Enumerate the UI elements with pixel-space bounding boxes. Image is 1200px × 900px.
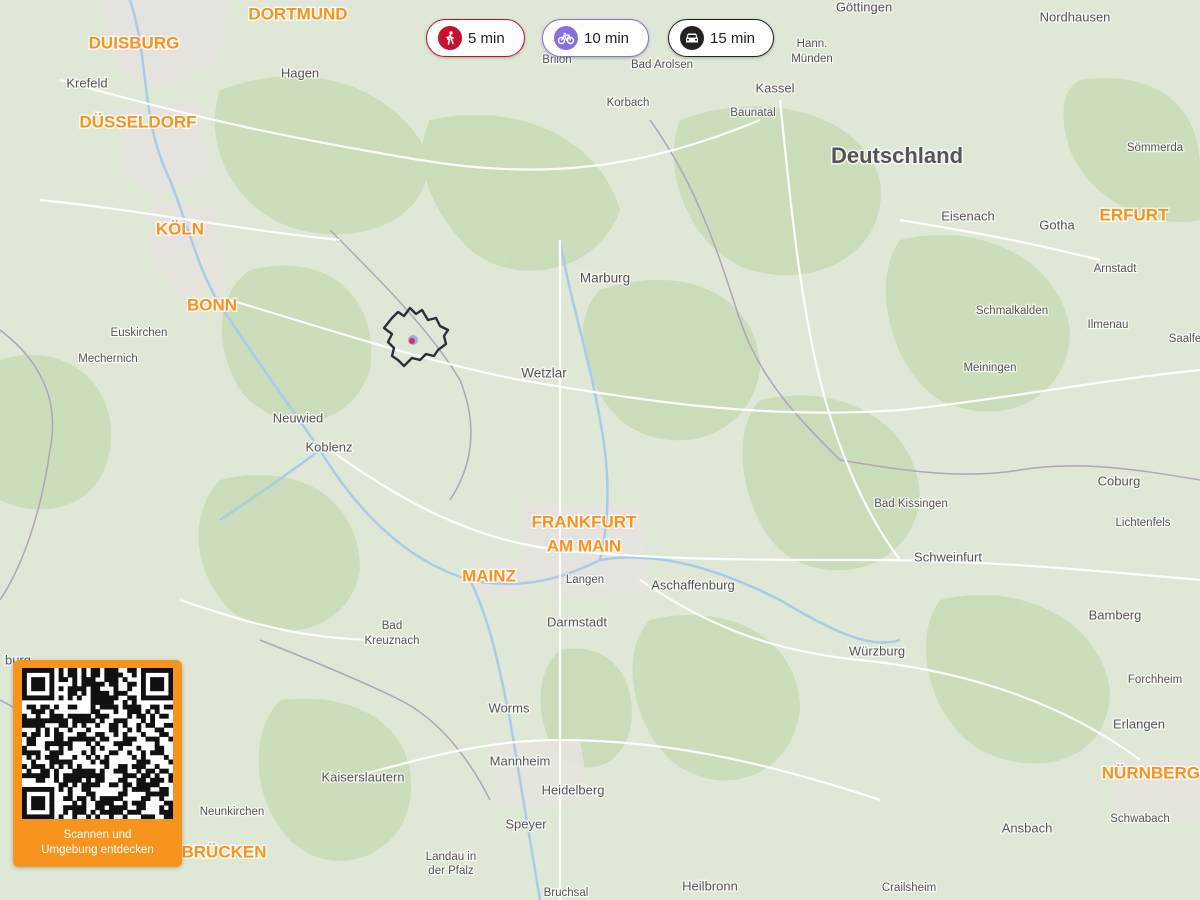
city-label: FRANKFURT bbox=[532, 512, 637, 531]
qr-code bbox=[22, 668, 174, 820]
town-label: Worms bbox=[489, 700, 530, 715]
car-time-label: 15 min bbox=[710, 29, 756, 47]
town-label: Forchheim bbox=[1128, 674, 1182, 686]
town-label: Lichtenfels bbox=[1116, 517, 1171, 529]
qr-caption-line2: Umgebung entdecken bbox=[41, 844, 154, 856]
town-label: Gotha bbox=[1039, 217, 1075, 232]
town-label: Saalfe bbox=[1169, 333, 1200, 345]
town-label: Arnstadt bbox=[1094, 263, 1138, 275]
city-label: AM MAIN bbox=[547, 536, 622, 555]
walking-person-icon bbox=[438, 26, 462, 50]
town-label: Darmstadt bbox=[547, 614, 607, 629]
city-label: DUISBURG bbox=[89, 33, 180, 52]
town-label: Landau in bbox=[426, 851, 477, 863]
town-label: Eisenach bbox=[941, 208, 994, 223]
town-label: Marburg bbox=[580, 271, 630, 286]
town-label: Hagen bbox=[281, 65, 319, 80]
town-label: Neunkirchen bbox=[200, 806, 265, 818]
city-label: DÜSSELDORF bbox=[79, 112, 196, 131]
qr-caption-line1: Scannen und bbox=[63, 829, 132, 841]
town-label: Aschaffenburg bbox=[651, 577, 735, 592]
town-label: Kreuznach bbox=[365, 635, 420, 647]
town-label: Ilmenau bbox=[1088, 319, 1129, 331]
town-label: Krefeld bbox=[66, 75, 107, 90]
town-label: Korbach bbox=[607, 97, 650, 109]
town-label: Ansbach bbox=[1002, 820, 1053, 835]
town-label: Kassel bbox=[755, 80, 794, 95]
town-label: Erlangen bbox=[1113, 716, 1165, 731]
town-label: Nordhausen bbox=[1040, 9, 1111, 24]
town-label: Sömmerda bbox=[1127, 142, 1184, 154]
qr-caption: Scannen und Umgebung entdecken bbox=[13, 828, 182, 858]
qr-code-card[interactable]: Scannen und Umgebung entdecken bbox=[13, 660, 182, 867]
town-label: der Pfalz bbox=[428, 865, 474, 877]
town-label: Meiningen bbox=[963, 362, 1016, 374]
car-icon bbox=[680, 26, 704, 50]
town-label: Bad bbox=[382, 620, 402, 632]
bike-time-label: 10 min bbox=[584, 29, 630, 47]
city-label: BRÜCKEN bbox=[182, 842, 267, 861]
city-label: DORTMUND bbox=[248, 4, 347, 23]
town-label: Mechernich bbox=[78, 353, 137, 365]
town-label: Bad Kissingen bbox=[874, 498, 948, 510]
town-label: Coburg bbox=[1098, 473, 1141, 488]
country-label: Deutschland bbox=[831, 143, 963, 168]
town-label: Heidelberg bbox=[542, 782, 605, 797]
town-label: Heilbronn bbox=[682, 878, 738, 893]
town-label: Neuwied bbox=[273, 410, 324, 425]
town-label: Kaiserslautern bbox=[321, 769, 404, 784]
town-label: Bruchsal bbox=[544, 887, 589, 899]
town-label: Göttingen bbox=[836, 0, 892, 14]
town-label: Bamberg bbox=[1089, 607, 1142, 622]
bike-10min-button[interactable]: 10 min bbox=[542, 19, 649, 57]
town-label: Hann. bbox=[797, 38, 828, 50]
town-label: Schweinfurt bbox=[914, 549, 982, 564]
car-15min-button[interactable]: 15 min bbox=[668, 19, 774, 57]
town-label: Langen bbox=[566, 574, 604, 586]
city-label: BONN bbox=[187, 295, 237, 314]
city-label: ERFURT bbox=[1100, 205, 1170, 224]
town-label: Koblenz bbox=[306, 439, 353, 454]
city-label: NÜRNBERG bbox=[1102, 763, 1200, 782]
town-label: Speyer bbox=[505, 816, 547, 831]
town-label: Mannheim bbox=[490, 753, 551, 768]
town-label: Baunatal bbox=[730, 107, 775, 119]
town-label: Wetzlar bbox=[521, 366, 567, 381]
walk-5min-button[interactable]: 5 min bbox=[426, 19, 525, 57]
town-label: Würzburg bbox=[849, 643, 905, 658]
town-label: Bad Arolsen bbox=[631, 59, 693, 71]
town-label: Münden bbox=[791, 53, 833, 65]
town-label: Schwabach bbox=[1110, 813, 1169, 825]
city-label: KÖLN bbox=[156, 219, 204, 238]
town-label: Crailsheim bbox=[882, 882, 936, 894]
town-label: Schmalkalden bbox=[976, 305, 1048, 317]
city-label: MAINZ bbox=[462, 566, 516, 585]
walk-time-label: 5 min bbox=[468, 29, 505, 47]
bicycle-icon bbox=[554, 26, 578, 50]
town-label: Euskirchen bbox=[111, 327, 168, 339]
